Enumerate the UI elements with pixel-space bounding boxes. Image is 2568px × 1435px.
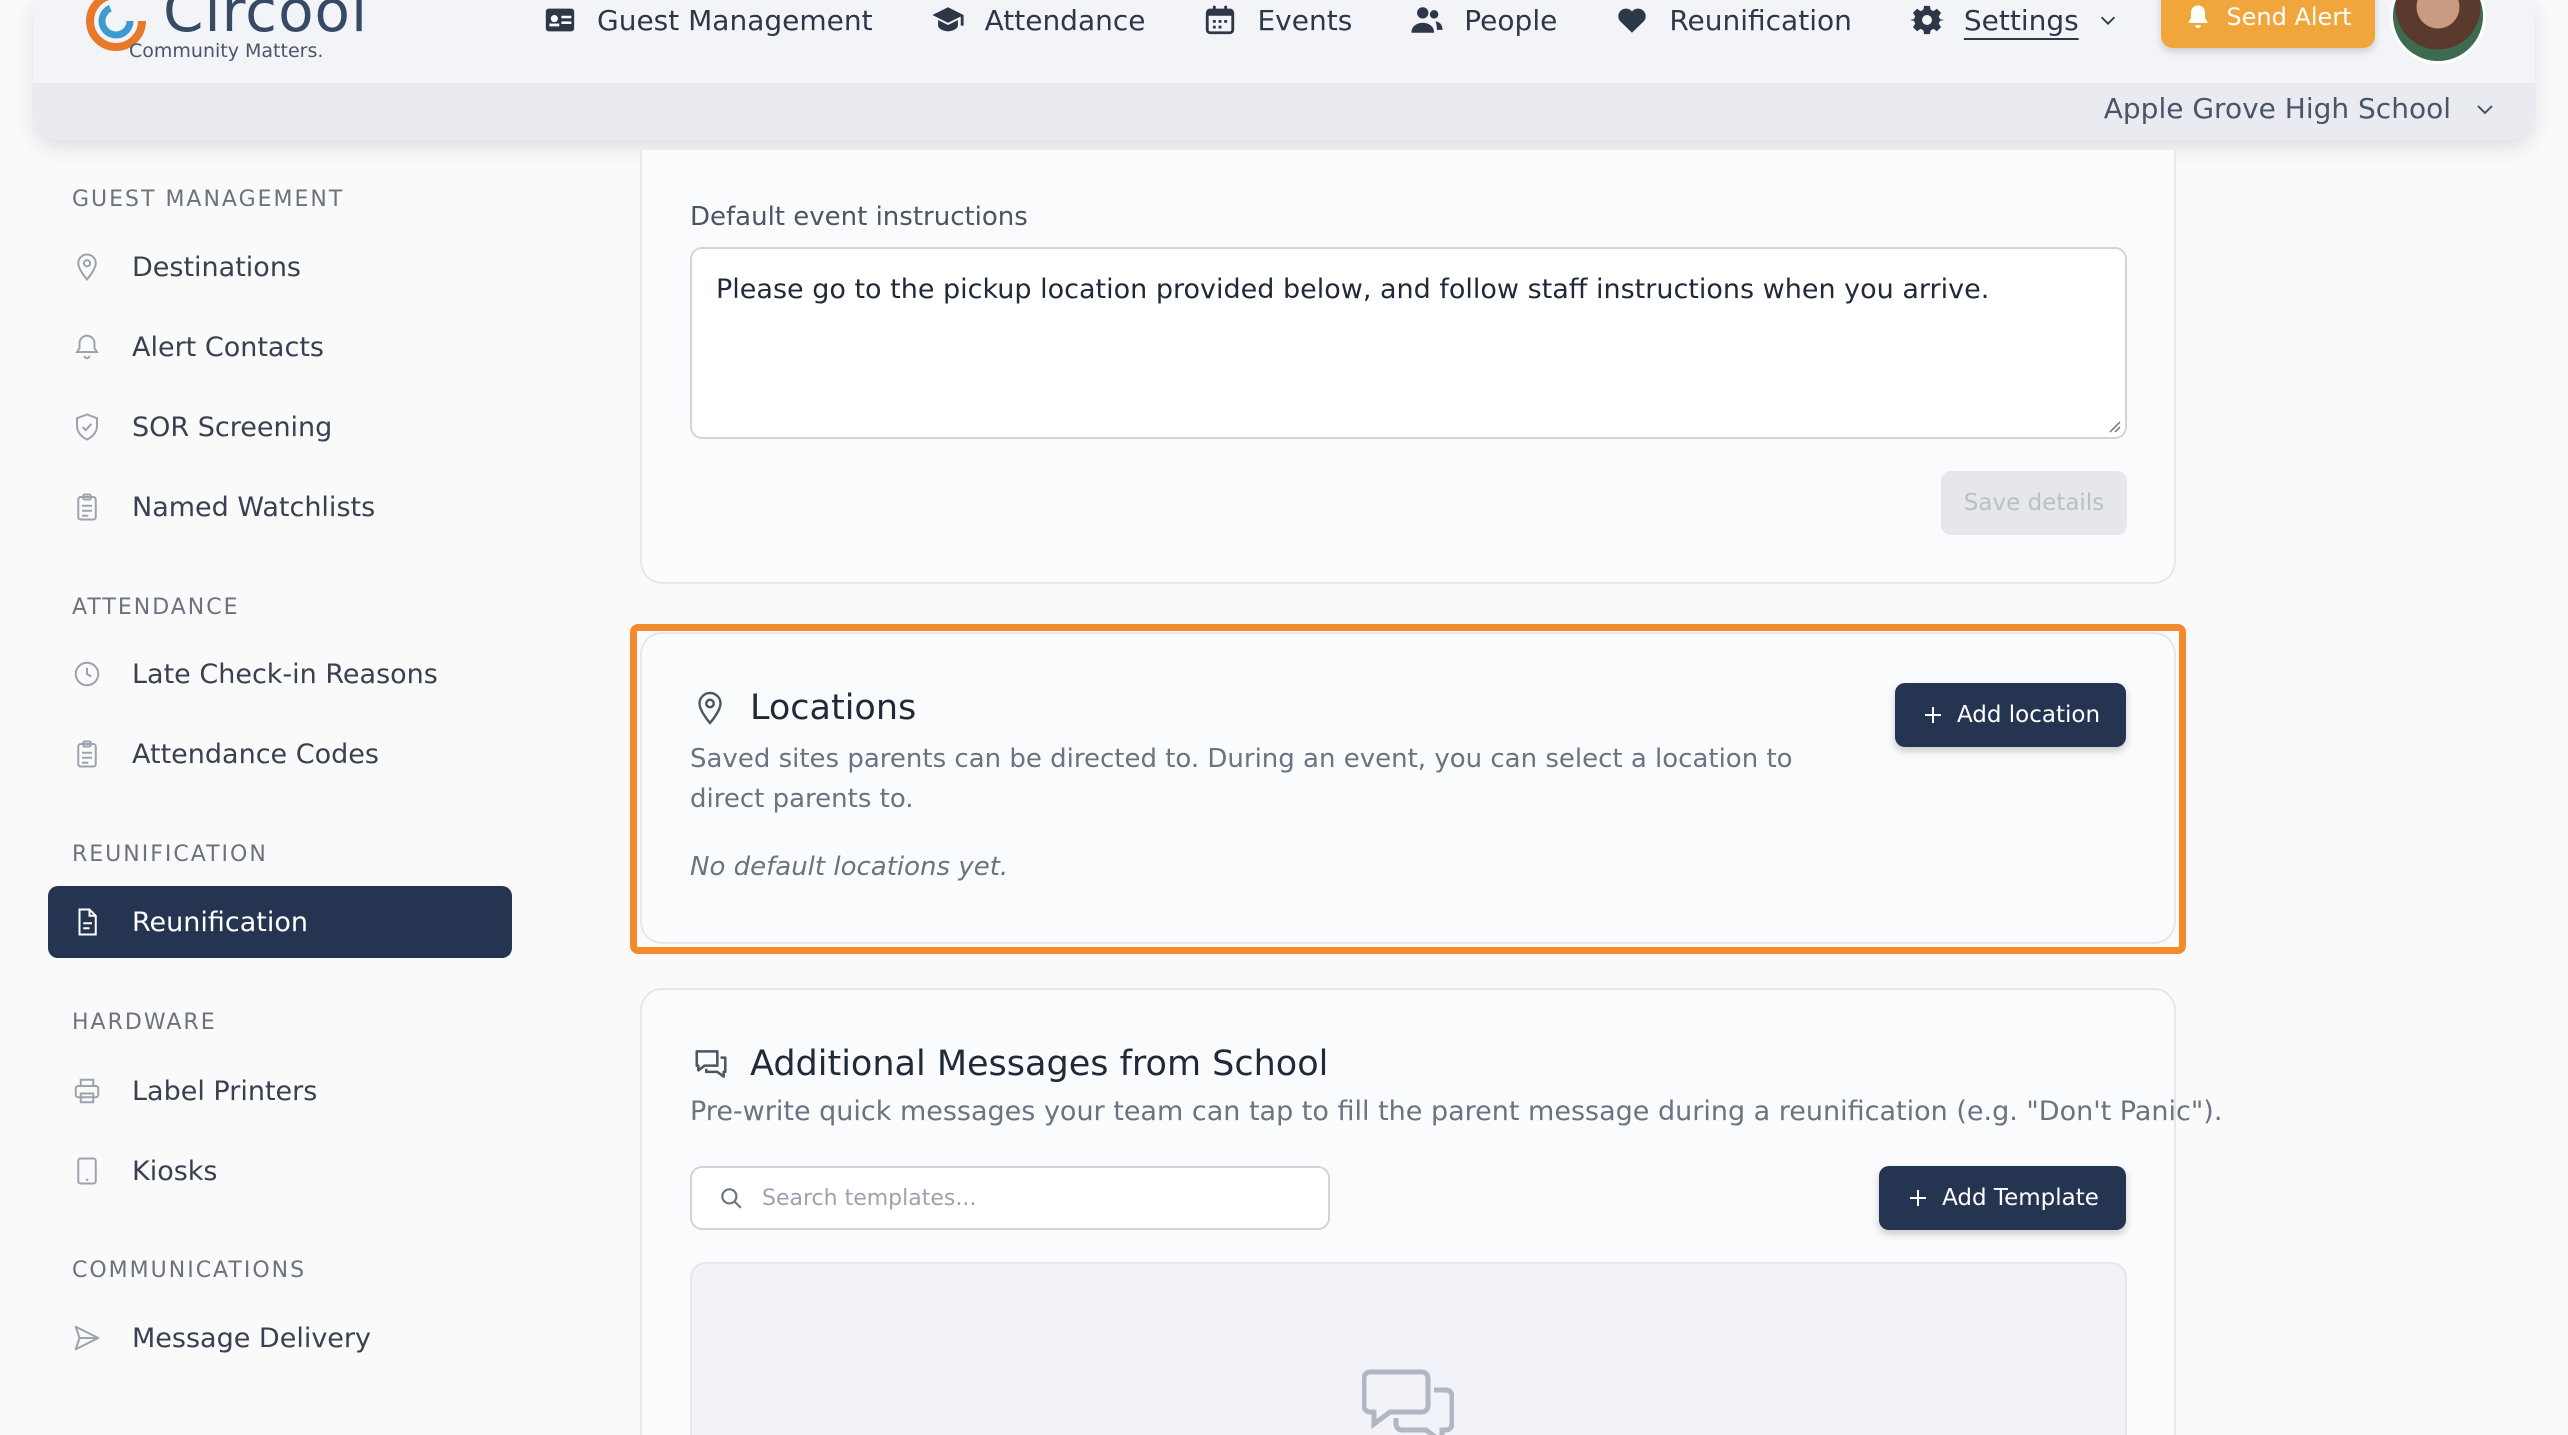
sidebar-item-label: Label Printers <box>132 1075 318 1107</box>
send-icon <box>74 1325 100 1351</box>
add-template-label: Add Template <box>1942 1185 2099 1211</box>
user-avatar[interactable] <box>2390 0 2486 64</box>
school-selector[interactable]: Apple Grove High School <box>2104 92 2497 125</box>
send-alert-button[interactable]: Send Alert <box>2161 0 2375 48</box>
calendar-icon <box>1206 5 1235 35</box>
search-templates-input[interactable]: Search templates... <box>690 1166 1330 1230</box>
sidebar-item-kiosks[interactable]: Kiosks <box>48 1135 512 1207</box>
nav-label: Guest Management <box>597 3 873 37</box>
locations-title: Locations <box>750 688 917 728</box>
sidebar-item-sor-screening[interactable]: SOR Screening <box>48 391 512 463</box>
tablet-icon <box>77 1157 97 1185</box>
nav-label: Attendance <box>984 3 1146 37</box>
sidebar-item-label: Attendance Codes <box>132 738 379 770</box>
chat-bubbles-icon <box>1362 1369 1454 1435</box>
add-location-label: Add location <box>1956 702 2101 728</box>
sidebar-item-label: Destinations <box>132 251 302 283</box>
chat-bubbles-icon <box>695 1050 727 1078</box>
add-location-button[interactable]: Add location <box>1895 683 2126 747</box>
sidebar-section-title: COMMUNICATIONS <box>72 1258 307 1283</box>
sidebar-item-label-printers[interactable]: Label Printers <box>48 1055 512 1127</box>
sidebar-section-title: ATTENDANCE <box>72 595 240 620</box>
sidebar-item-attendance-codes[interactable]: Attendance Codes <box>48 718 512 790</box>
sidebar-item-destinations[interactable]: Destinations <box>48 231 512 303</box>
clipboard-icon <box>77 740 97 768</box>
sidebar-item-label: Named Watchlists <box>132 491 376 523</box>
search-icon <box>721 1188 742 1209</box>
sidebar-item-message-delivery[interactable]: Message Delivery <box>48 1302 512 1374</box>
plus-icon <box>1910 1190 1927 1206</box>
nav-reunification[interactable]: Reunification <box>1615 3 1852 37</box>
logo-tagline: Community Matters. <box>129 40 324 62</box>
clipboard-icon <box>77 493 97 521</box>
messages-description: Pre-write quick messages your team can t… <box>690 1096 2223 1127</box>
document-icon <box>78 908 97 936</box>
sidebar-item-label: Alert Contacts <box>132 331 324 363</box>
locations-description: Saved sites parents can be directed to. … <box>690 744 1793 814</box>
instructions-value: Please go to the pickup location provide… <box>716 274 1990 305</box>
instructions-textarea[interactable]: Please go to the pickup location provide… <box>690 247 2127 439</box>
instructions-label: Default event instructions <box>690 202 1028 232</box>
nav-events[interactable]: Events <box>1203 3 1352 37</box>
shield-icon <box>76 413 98 441</box>
sidebar-item-label: Message Delivery <box>132 1322 371 1354</box>
search-placeholder: Search templates... <box>762 1185 977 1211</box>
sidebar-section-title: REUNIFICATION <box>72 842 268 867</box>
people-icon <box>1411 7 1443 33</box>
nav-label: Settings <box>1963 3 2079 37</box>
heart-icon <box>1618 8 1647 33</box>
clock-icon <box>74 661 100 687</box>
gear-icon <box>1909 5 1944 35</box>
nav-label: Reunification <box>1669 3 1852 37</box>
sidebar-item-label: Late Check-in Reasons <box>132 658 438 690</box>
sidebar-item-alert-contacts[interactable]: Alert Contacts <box>48 311 512 383</box>
nav-label: Events <box>1257 3 1353 37</box>
plus-icon <box>1924 707 1941 723</box>
logo-wordmark: Circool <box>163 0 369 45</box>
sidebar-item-label: SOR Screening <box>132 411 333 443</box>
nav-people[interactable]: People <box>1410 3 1557 37</box>
id-card-icon <box>545 8 575 32</box>
sidebar-section-title: GUEST MANAGEMENT <box>72 187 345 212</box>
school-name: Apple Grove High School <box>2103 92 2451 125</box>
save-details-button[interactable]: Save details <box>1941 471 2127 535</box>
sidebar-item-named-watchlists[interactable]: Named Watchlists <box>48 471 512 543</box>
messages-heading: Additional Messages from School <box>692 1044 1328 1084</box>
bell-icon <box>2189 5 2208 29</box>
messages-title: Additional Messages from School <box>750 1044 1329 1084</box>
locations-empty-state: No default locations yet. <box>690 852 1009 882</box>
sidebar-item-late-checkin-reasons[interactable]: Late Check-in Reasons <box>48 638 512 710</box>
nav-guest-management[interactable]: Guest Management <box>543 3 873 37</box>
add-template-button[interactable]: Add Template <box>1879 1166 2126 1230</box>
location-pin-icon <box>77 253 97 282</box>
sidebar-item-label: Kiosks <box>132 1155 218 1187</box>
printer-icon <box>74 1078 100 1104</box>
chevron-down-icon <box>2477 104 2493 114</box>
nav-attendance[interactable]: Attendance <box>931 3 1146 37</box>
graduation-cap-icon <box>932 7 964 32</box>
nav-settings[interactable]: Settings <box>1909 3 2119 37</box>
bell-icon <box>75 334 99 360</box>
resize-handle-icon[interactable] <box>2105 417 2121 433</box>
sidebar-item-label: Reunification <box>132 906 309 938</box>
sidebar-section-title: HARDWARE <box>72 1010 217 1035</box>
top-header: Circool Community Matters. Guest Managem… <box>33 0 2535 140</box>
sidebar-item-reunification[interactable]: Reunification <box>48 886 512 958</box>
send-alert-label: Send Alert <box>2226 3 2352 31</box>
locations-heading: Locations <box>692 688 916 728</box>
nav-label: People <box>1464 3 1558 37</box>
main-nav: Guest Management Attendance Events Peopl… <box>543 0 2177 40</box>
top-nav-bar: Circool Community Matters. Guest Managem… <box>33 0 2535 83</box>
chevron-down-icon <box>2100 16 2115 25</box>
location-pin-icon <box>698 691 722 725</box>
